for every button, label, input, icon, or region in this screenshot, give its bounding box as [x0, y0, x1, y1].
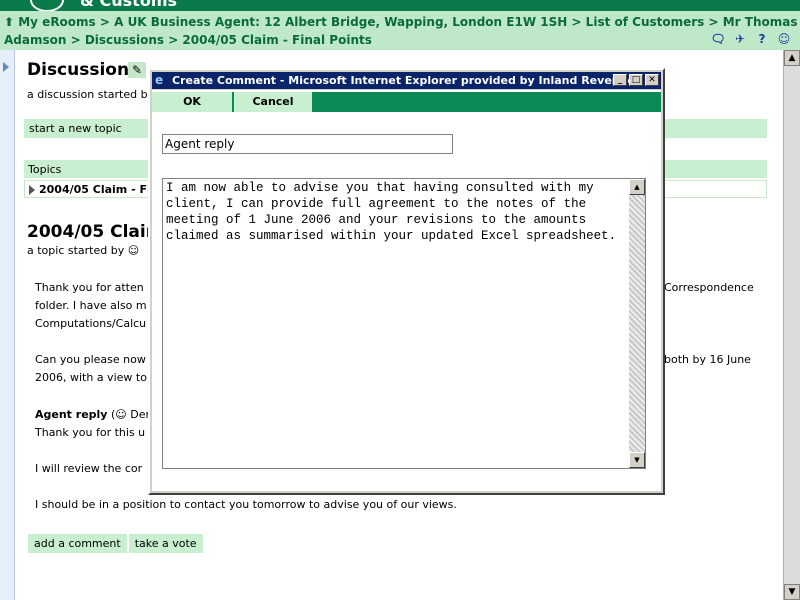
up-arrow-icon[interactable]: ⬆ — [4, 15, 18, 29]
body-right-line-2: both by 16 June — [664, 353, 751, 366]
body-line-4: Can you please now — [35, 353, 146, 366]
textarea-scroll-up-icon[interactable]: ▲ — [629, 179, 645, 195]
textarea-scrollbar[interactable]: ▲ ▼ — [629, 179, 645, 468]
logo-text: & Customs — [80, 0, 178, 10]
help-icon[interactable]: ? — [754, 31, 770, 47]
scroll-down-arrow-icon[interactable]: ▼ — [784, 584, 800, 600]
left-navigation-strip[interactable] — [0, 50, 15, 600]
dialog-titlebar[interactable]: e Create Comment - Microsoft Internet Ex… — [152, 72, 661, 89]
topic-row-label[interactable]: 2004/05 Claim - Fin — [39, 183, 159, 196]
edit-pencil-icon[interactable]: ✎ — [128, 62, 146, 78]
expand-arrow-icon[interactable] — [3, 62, 9, 72]
take-vote-button[interactable]: take a vote — [128, 534, 203, 553]
reply-line-2: I will review the cor — [35, 462, 143, 475]
topic-actions: add a comment take a vote — [28, 534, 203, 553]
comment-body-textarea[interactable]: I am now able to advise you that having … — [162, 178, 646, 469]
user-icon: ☺ — [127, 244, 140, 257]
breadcrumb-line-2[interactable]: Adamson > Discussions > 2004/05 Claim - … — [4, 31, 372, 49]
page-scrollbar[interactable]: ▲ ▼ — [783, 50, 800, 600]
comment-title-input[interactable]: Agent reply — [162, 134, 453, 154]
top-header-bar: & Customs — [0, 0, 800, 12]
textarea-scroll-down-icon[interactable]: ▼ — [629, 452, 645, 468]
page-title: Discussions — [27, 60, 140, 80]
window-controls: _ □ ✕ — [613, 74, 659, 86]
body-line-5: 2006, with a view to — [35, 371, 147, 384]
create-comment-dialog: e Create Comment - Microsoft Internet Ex… — [148, 68, 665, 495]
reply-line-1: Thank you for this u — [35, 426, 146, 439]
topics-header-label: Topics — [28, 163, 62, 176]
header-icons: 🗨 ✈ ? ☺ — [710, 31, 792, 47]
close-button[interactable]: ✕ — [645, 74, 659, 86]
body-right-line-1: Correspondence — [664, 281, 754, 294]
page-subtitle: a discussion started by — [27, 88, 155, 101]
maximize-button[interactable]: □ — [629, 74, 643, 86]
dialog-content: OK Cancel Agent reply I am now able to a… — [152, 90, 661, 491]
comment-body-text[interactable]: I am now able to advise you that having … — [166, 180, 624, 244]
breadcrumb-line-1[interactable]: ⬆ My eRooms > A UK Business Agent: 12 Al… — [4, 13, 797, 31]
topic-title: 2004/05 Claim — [27, 222, 164, 242]
body-line-2: folder. I have also m — [35, 299, 147, 312]
plane-icon[interactable]: ✈ — [732, 31, 748, 47]
reply-heading: Agent reply — [35, 408, 108, 421]
dialog-title: Create Comment - Microsoft Internet Expl… — [172, 74, 635, 87]
breadcrumb: ⬆ My eRooms > A UK Business Agent: 12 Al… — [0, 11, 800, 50]
user-icon[interactable]: ☺ — [776, 31, 792, 47]
topic-started-by: a topic started by ☺ — [27, 244, 140, 257]
ok-button[interactable]: OK — [152, 92, 232, 112]
add-comment-button[interactable]: add a comment — [28, 534, 127, 553]
chat-icon[interactable]: 🗨 — [710, 31, 726, 47]
new-topic-link[interactable]: start a new topic — [29, 122, 122, 135]
expand-arrow-icon[interactable] — [29, 185, 35, 195]
body-line-3: Computations/Calcu — [35, 317, 147, 330]
cancel-button[interactable]: Cancel — [234, 92, 312, 112]
ie-icon: e — [155, 73, 164, 87]
reply-header: Agent reply (☺ Der — [35, 406, 150, 424]
reply-line-3: I should be in a position to contact you… — [35, 498, 457, 511]
body-line-1: Thank you for atten — [35, 281, 144, 294]
scroll-up-arrow-icon[interactable]: ▲ — [784, 50, 800, 66]
minimize-button[interactable]: _ — [613, 74, 627, 86]
reply-author: (☺ Der — [110, 408, 150, 421]
